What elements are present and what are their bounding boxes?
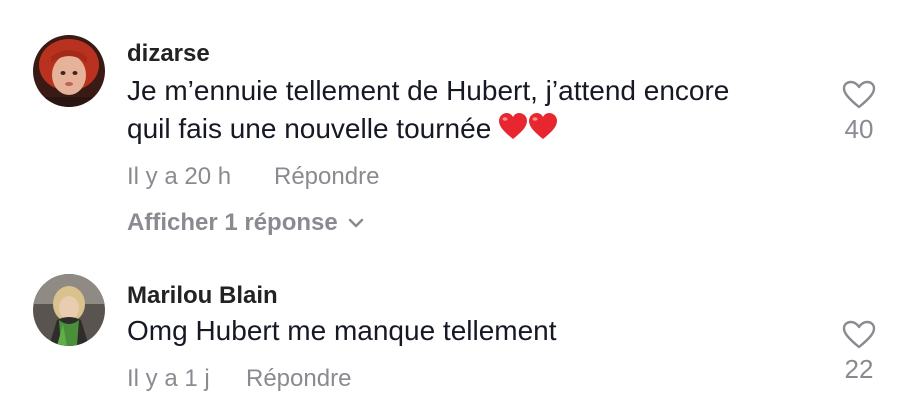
reply-button[interactable]: Répondre <box>246 365 351 393</box>
avatar-image <box>33 274 105 346</box>
avatar-image <box>33 35 105 107</box>
reply-button[interactable]: Répondre <box>274 163 379 191</box>
comment-text-line: Omg Hubert me manque tellement <box>127 315 557 346</box>
comment-username[interactable]: dizarse <box>127 40 210 68</box>
comment-text: Je m’ennuie tellement de Hubert, j’atten… <box>127 72 729 110</box>
comment-username[interactable]: Marilou Blain <box>127 282 278 310</box>
comment-text-line: quil fais une nouvelle tournée <box>127 113 492 144</box>
avatar[interactable] <box>33 35 105 107</box>
view-replies-label: Afficher 1 réponse <box>127 209 338 236</box>
comment-text: Omg Hubert me manque tellement <box>127 312 557 350</box>
like-button[interactable]: 40 <box>829 80 889 145</box>
comment-text: quil fais une nouvelle tournée <box>127 110 558 151</box>
heart-outline-icon <box>842 320 876 349</box>
comment-timestamp: Il y a 20 h <box>127 163 232 190</box>
like-count: 22 <box>844 354 874 384</box>
avatar[interactable] <box>33 274 105 346</box>
comment-timestamp: Il y a 1 j <box>127 365 210 392</box>
like-count: 40 <box>844 114 874 144</box>
like-button[interactable]: 22 <box>829 320 889 385</box>
heart-outline-icon <box>842 80 876 109</box>
view-replies-button[interactable]: Afficher 1 réponse <box>127 209 364 237</box>
comment-text-line: Je m’ennuie tellement de Hubert, j’atten… <box>127 75 730 106</box>
chevron-down-icon <box>348 218 363 228</box>
red-heart-emoji-icon <box>499 113 558 151</box>
